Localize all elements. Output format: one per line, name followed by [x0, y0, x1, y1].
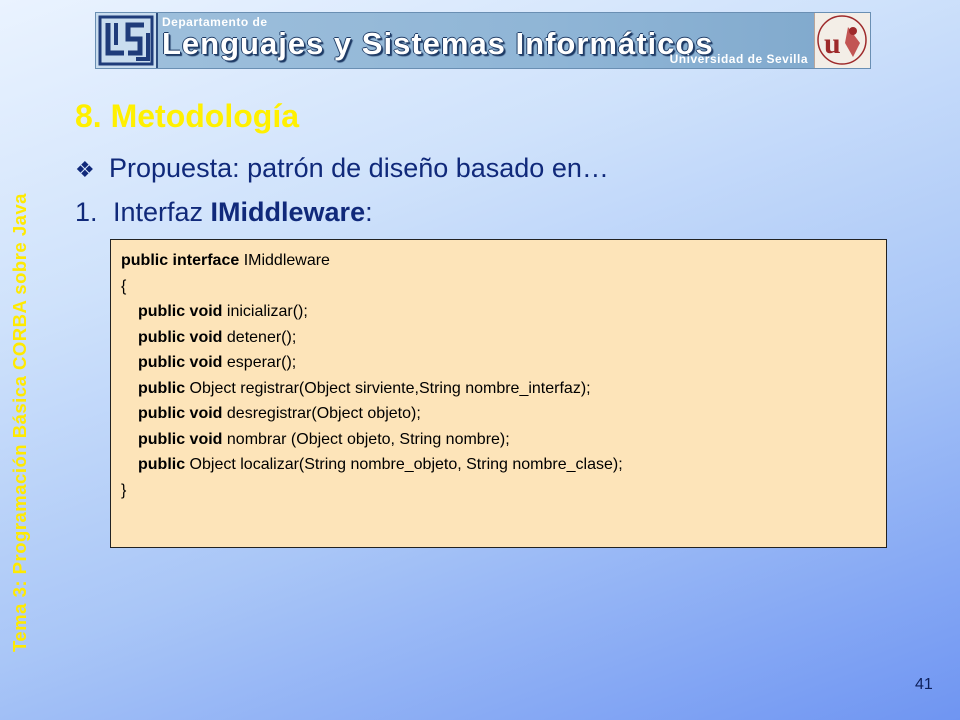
item-prefix: Interfaz	[113, 197, 211, 227]
page-number: 41	[915, 676, 933, 693]
code-block: public interface IMiddleware { public vo…	[110, 239, 887, 548]
item-number: 1.	[75, 197, 98, 227]
code-text: nombrar (Object objeto, String nombre);	[222, 430, 510, 448]
code-line: public void detener();	[121, 325, 876, 351]
code-text: inicializar();	[222, 303, 308, 320]
code-text: desregistrar(Object objeto);	[222, 405, 421, 422]
code-text: detener();	[222, 328, 297, 346]
code-line: public interface IMiddleware	[121, 248, 876, 274]
code-line: public void nombrar (Object objeto, Stri…	[121, 427, 876, 453]
code-keyword: public void	[138, 405, 223, 422]
code-keyword: public void	[138, 354, 223, 371]
department-name: Lenguajes y Sistemas Informáticos	[162, 26, 714, 61]
code-line: public Object localizar(String nombre_ob…	[121, 452, 876, 478]
code-keyword: public void	[138, 430, 223, 448]
code-keyword: public void	[138, 328, 223, 346]
diamond-bullet-icon: ❖	[75, 157, 95, 182]
code-line: public void desregistrar(Object objeto);	[121, 401, 876, 427]
code-keyword: public void	[138, 303, 223, 320]
section-title: 8. Metodología	[75, 98, 299, 134]
interface-name: IMiddleware	[210, 197, 366, 227]
university-name: Universidad de Sevilla	[669, 52, 808, 66]
code-text: IMiddleware	[239, 252, 330, 269]
university-logo: u	[814, 13, 870, 68]
code-line: public Object registrar(Object sirviente…	[121, 376, 876, 402]
code-text: Object registrar(Object sirviente,String…	[185, 379, 591, 397]
code-text: {	[121, 277, 127, 295]
code-keyword: public	[138, 379, 186, 397]
code-keyword: public interface	[121, 252, 240, 269]
bullet-text: Propuesta: patrón de diseño basado en…	[109, 153, 609, 183]
svg-text:u: u	[824, 27, 841, 60]
item-suffix: :	[365, 197, 373, 227]
bullet-item: ❖ Propuesta: patrón de diseño basado en…	[75, 153, 609, 184]
numbered-item: 1. Interfaz IMiddleware:	[75, 197, 373, 228]
code-line: public void esperar();	[121, 350, 876, 376]
code-keyword: public	[138, 456, 186, 473]
code-text: Object localizar(String nombre_objeto, S…	[185, 456, 623, 473]
code-line: {	[121, 274, 876, 300]
presentation-topic-title: Tema 3: Programación Básica CORBA sobre …	[9, 193, 30, 652]
code-text: esperar();	[222, 354, 297, 371]
header-banner: Departamento de Lenguajes y Sistemas Inf…	[95, 12, 871, 69]
code-line: }	[121, 478, 876, 504]
department-logo	[96, 13, 158, 68]
code-line: public void inicializar();	[121, 299, 876, 325]
code-text: }	[121, 481, 127, 499]
